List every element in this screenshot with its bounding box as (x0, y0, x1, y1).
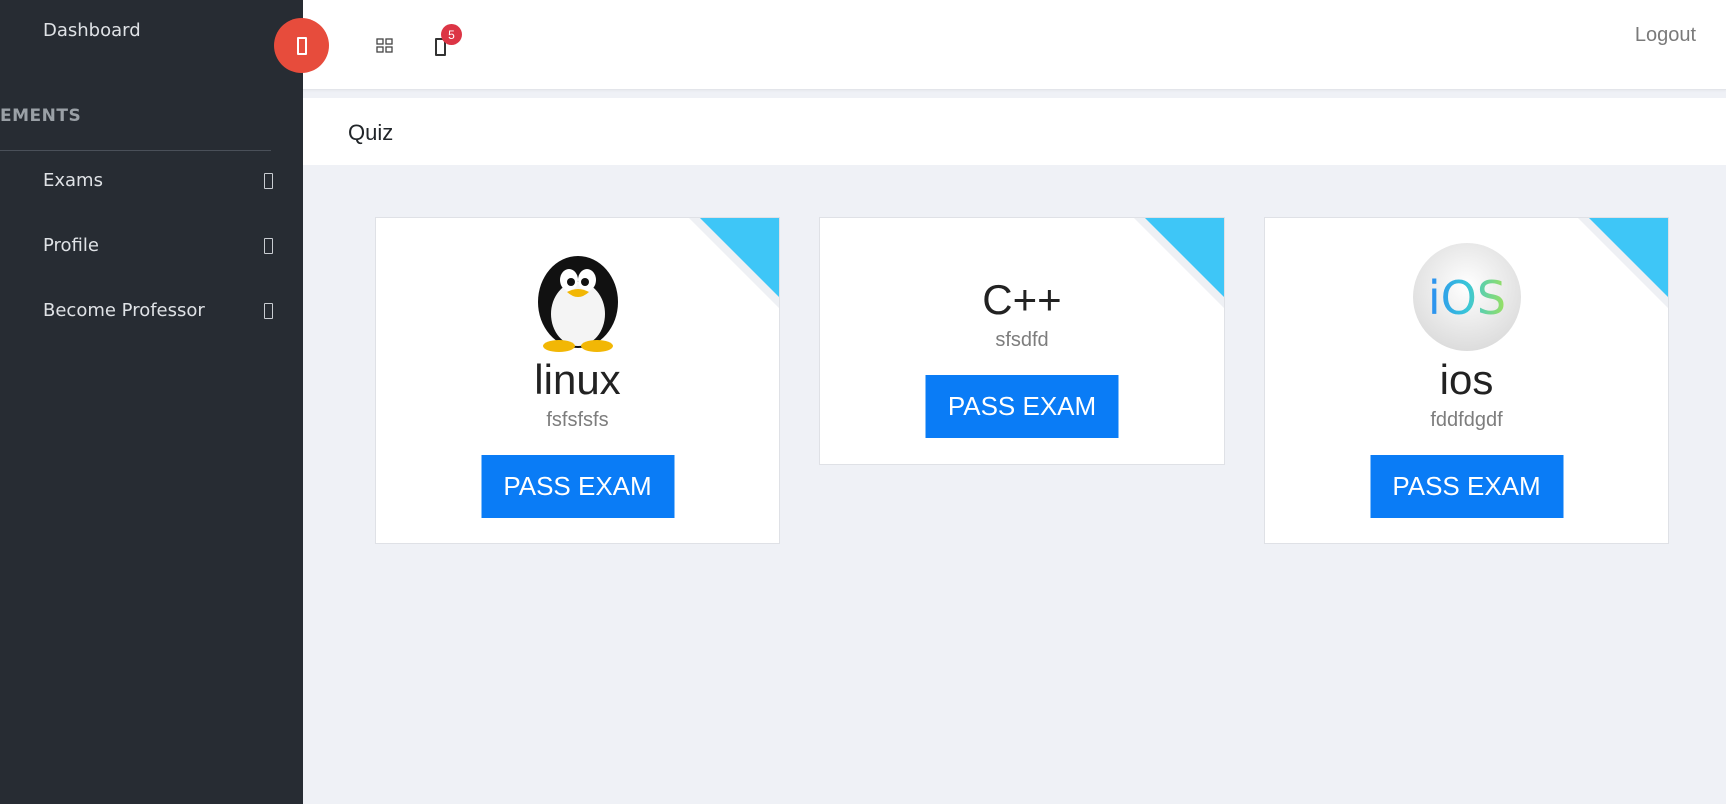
card-subtitle: fddfdgdf (1430, 409, 1503, 431)
exam-card-ios: iOS ios fddfdgdf PASS EXAM (1264, 217, 1669, 544)
page-title: Quiz (348, 120, 394, 145)
sidebar-item-dashboard[interactable]: Dashboard (43, 20, 273, 41)
logout-link[interactable]: Logout (1635, 24, 1696, 47)
ios-logo-icon: iOS (1412, 243, 1521, 351)
sidebar-divider (0, 150, 271, 151)
card-ribbon (1589, 218, 1668, 297)
sidebar-item-label: Dashboard (43, 20, 141, 41)
card-subtitle: fsfsfsfs (546, 409, 609, 431)
sidebar-item-become-professor[interactable]: Become Professor (43, 300, 273, 321)
sidebar-item-profile[interactable]: Profile (43, 235, 273, 256)
chevron-right-icon (264, 172, 273, 189)
pass-exam-button[interactable]: PASS EXAM (481, 455, 674, 518)
menu-toggle-button[interactable] (274, 18, 329, 73)
pass-exam-button[interactable]: PASS EXAM (925, 375, 1119, 438)
page-title-bar: Quiz (303, 98, 1726, 165)
exam-card-cpp: C++ sfsdfd PASS EXAM (819, 217, 1225, 465)
linux-penguin-icon (537, 256, 618, 352)
exam-card-linux: linux fsfsfsfs PASS EXAM (375, 217, 780, 544)
pass-exam-button[interactable]: PASS EXAM (1370, 455, 1563, 518)
card-title: C++ (982, 276, 1062, 323)
sidebar-item-label: Profile (43, 235, 99, 256)
card-title: linux (534, 356, 621, 403)
card-title: ios (1439, 356, 1494, 403)
sidebar-section-heading: EMENTS (0, 106, 82, 126)
notification-badge: 5 (441, 24, 462, 45)
top-header (303, 0, 1726, 90)
card-subtitle: sfsdfd (995, 329, 1049, 351)
chevron-right-icon (264, 302, 273, 319)
card-ribbon (700, 218, 779, 297)
grid-icon[interactable] (376, 38, 393, 53)
chevron-right-icon (264, 237, 273, 254)
sidebar: Dashboard EMENTS Exams Profile Become Pr… (0, 0, 303, 804)
sidebar-item-label: Become Professor (43, 300, 205, 321)
menu-icon (296, 36, 307, 55)
svg-text:iOS: iOS (1427, 271, 1505, 325)
sidebar-item-label: Exams (43, 170, 103, 191)
sidebar-item-exams[interactable]: Exams (43, 170, 273, 191)
